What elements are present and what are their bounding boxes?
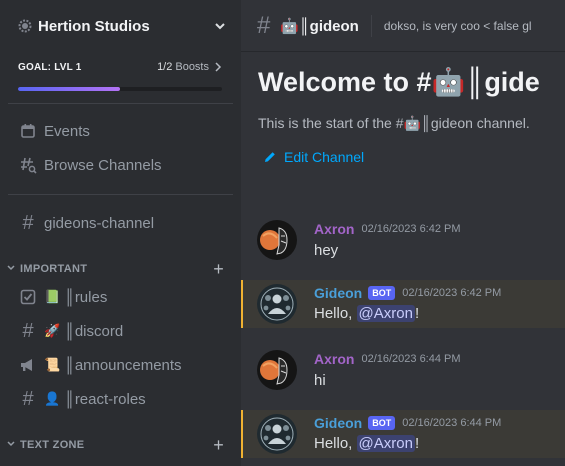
message-item-highlighted[interactable]: Gideon BOT 02/16/2023 6:44 PM Hello, @Ax… <box>241 410 565 458</box>
calendar-icon <box>18 121 38 141</box>
welcome-title-suffix: ║gide <box>465 67 540 97</box>
server-name: Hertion Studios <box>38 17 150 35</box>
channel-gideons-channel[interactable]: # gideons-channel <box>8 207 233 239</box>
channel-title-text: ║gideon <box>299 17 359 35</box>
hash-icon: # <box>22 387 34 410</box>
message-timestamp: 02/16/2023 6:42 PM <box>402 287 502 299</box>
sidebar-divider <box>8 103 233 104</box>
category-text-zone[interactable]: TEXT ZONE + <box>6 435 234 455</box>
sidebar-item-browse-channels[interactable]: Browse Channels <box>8 149 233 181</box>
chevron-down-icon <box>6 439 18 452</box>
message-content: hey <box>314 242 339 259</box>
welcome-subtitle: This is the start of the #🤖║gideon chann… <box>258 115 530 132</box>
message-author[interactable]: Gideon <box>314 415 362 431</box>
boost-progress-fill <box>18 87 120 91</box>
message-timestamp: 02/16/2023 6:42 PM <box>361 223 461 235</box>
channel-emoji: 📜 <box>44 357 61 372</box>
hash-icon: # <box>257 11 271 39</box>
channel-announcements[interactable]: 📜 ║announcements <box>8 349 233 381</box>
server-header[interactable]: Hertion Studios <box>0 0 241 52</box>
add-channel-icon[interactable]: + <box>213 260 224 278</box>
user-mention[interactable]: @Axron <box>356 305 415 322</box>
sidebar-item-label: Events <box>44 122 90 140</box>
chevron-right-icon <box>215 62 222 72</box>
rules-checkbox-icon <box>18 287 38 307</box>
megaphone-icon <box>18 355 38 375</box>
welcome-subtitle-prefix: This is the start of the # <box>258 115 404 131</box>
welcome-subtitle-suffix: ║gideon channel. <box>420 115 530 131</box>
category-label: IMPORTANT <box>20 263 88 275</box>
message-item[interactable]: Axron 02/16/2023 6:44 PM hi <box>241 344 565 400</box>
channel-name: ║react-roles <box>64 390 146 408</box>
channel-topic[interactable]: dokso, is very coo < false gl <box>384 19 532 33</box>
message-text: Hello, <box>314 435 357 452</box>
channel-emoji: 📗 <box>44 289 61 304</box>
category-label: TEXT ZONE <box>20 439 85 451</box>
message-author[interactable]: Gideon <box>314 285 362 301</box>
channel-name: ║announcements <box>64 356 182 374</box>
user-mention[interactable]: @Axron <box>356 435 415 452</box>
channel-title-emoji: 🤖 <box>280 17 300 35</box>
avatar[interactable] <box>257 350 297 390</box>
sidebar-item-events[interactable]: Events <box>8 115 233 147</box>
chevron-down-icon <box>6 263 18 276</box>
channel-name: ║discord <box>64 322 124 340</box>
welcome-title-emoji: 🤖 <box>431 67 466 97</box>
boost-goal-label: GOAL: LVL 1 <box>18 61 82 73</box>
message-text: Hello, <box>314 305 357 322</box>
message-author[interactable]: Axron <box>314 221 354 237</box>
avatar[interactable] <box>257 284 297 324</box>
channel-emoji: 🚀 <box>44 323 61 338</box>
welcome-subtitle-emoji: 🤖 <box>403 115 421 131</box>
category-important[interactable]: IMPORTANT + <box>6 259 234 279</box>
message-text: ! <box>414 305 420 322</box>
welcome-title: Welcome to #🤖║gide <box>258 66 540 98</box>
channel-sidebar: Hertion Studios GOAL: LVL 1 1/2 Boosts E… <box>0 0 241 466</box>
message-text: ! <box>414 435 420 452</box>
sidebar-divider <box>8 194 233 195</box>
edit-channel-link[interactable]: Edit Channel <box>263 149 364 165</box>
chevron-down-icon[interactable] <box>213 19 227 33</box>
message-content: Hello, @Axron! <box>314 305 419 322</box>
message-content: Hello, @Axron! <box>314 435 419 452</box>
boost-progress-bar <box>18 87 222 91</box>
message-timestamp: 02/16/2023 6:44 PM <box>361 353 461 365</box>
avatar[interactable] <box>257 220 297 260</box>
channel-header: # 🤖║gideon dokso, is very coo < false gl <box>241 0 565 52</box>
channel-discord[interactable]: # 🚀 ║discord <box>8 315 233 347</box>
browse-channels-icon <box>18 155 38 175</box>
channel-name: gideons-channel <box>44 214 155 232</box>
welcome-title-prefix: Welcome to # <box>258 67 432 97</box>
boost-count-label: Boosts <box>175 61 209 73</box>
channel-rules[interactable]: 📗 ║rules <box>8 281 233 313</box>
chat-main: # 🤖║gideon dokso, is very coo < false gl… <box>241 0 565 466</box>
boost-count: 1/2 Boosts <box>157 61 222 73</box>
server-gear-icon <box>18 19 32 33</box>
bot-badge: BOT <box>368 416 396 430</box>
sidebar-item-label: Browse Channels <box>44 156 162 174</box>
message-timestamp: 02/16/2023 6:44 PM <box>402 417 502 429</box>
boost-count-value: 1/2 <box>157 61 173 73</box>
bot-badge: BOT <box>368 286 396 300</box>
add-channel-icon[interactable]: + <box>213 436 224 454</box>
channel-emoji: 👤 <box>44 391 61 406</box>
pencil-icon <box>265 152 275 162</box>
boost-goal[interactable]: GOAL: LVL 1 1/2 Boosts <box>18 60 222 91</box>
message-content: hi <box>314 372 326 389</box>
avatar[interactable] <box>257 414 297 454</box>
hash-icon: # <box>22 211 34 234</box>
hash-icon: # <box>22 319 34 342</box>
message-item[interactable]: Axron 02/16/2023 6:42 PM hey <box>241 214 565 270</box>
discord-app: Hertion Studios GOAL: LVL 1 1/2 Boosts E… <box>0 0 565 466</box>
edit-channel-label: Edit Channel <box>284 149 365 165</box>
channel-name: ║rules <box>64 288 108 306</box>
channel-title: 🤖║gideon <box>280 17 358 35</box>
channel-react-roles[interactable]: # 👤 ║react-roles <box>8 383 233 415</box>
header-divider <box>370 14 372 37</box>
message-author[interactable]: Axron <box>314 351 354 367</box>
message-item-highlighted[interactable]: Gideon BOT 02/16/2023 6:42 PM Hello, @Ax… <box>241 280 565 328</box>
